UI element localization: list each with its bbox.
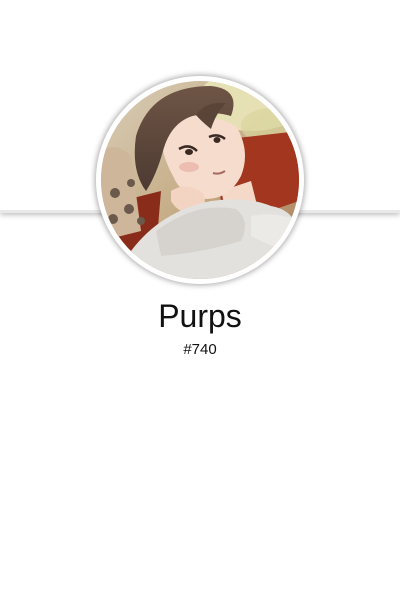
avatar-illustration: [101, 81, 299, 279]
avatar-frame: [96, 76, 304, 284]
profile-discriminator-tag: #740: [183, 341, 217, 358]
avatar[interactable]: [101, 81, 299, 279]
profile-username: Purps: [158, 298, 242, 334]
